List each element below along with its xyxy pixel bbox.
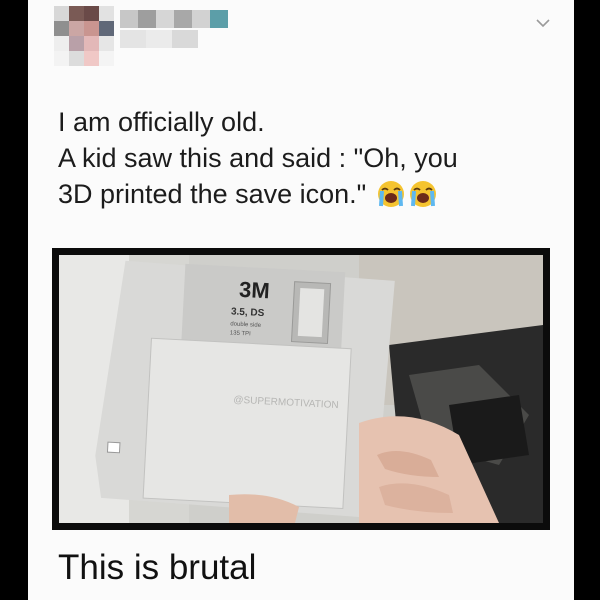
screenshot-frame: I am officially old. A kid saw this and … <box>0 0 600 600</box>
loudly-crying-face-emoji <box>377 181 404 207</box>
post-header <box>28 0 574 70</box>
username-redacted[interactable] <box>120 10 228 32</box>
handle-redacted <box>120 30 198 48</box>
post-photo[interactable]: 3M 3.5, DS double side 135 TPI @SUPERMOT… <box>52 248 550 530</box>
floppy-label-line: 135 TPI <box>230 330 252 337</box>
post-text-line: A kid saw this and said : "Oh, you <box>58 143 458 173</box>
post-text-line: I am officially old. <box>58 107 265 137</box>
post-caption: This is brutal <box>58 548 257 587</box>
post-text: I am officially old. A kid saw this and … <box>58 104 558 212</box>
post-text-line: 3D printed the save icon." <box>58 176 558 212</box>
chevron-down-icon[interactable] <box>534 14 552 32</box>
floppy-disk-photo: 3M 3.5, DS double side 135 TPI @SUPERMOT… <box>59 255 543 523</box>
avatar[interactable] <box>54 6 114 66</box>
loudly-crying-face-emoji <box>409 181 436 207</box>
post-card: I am officially old. A kid saw this and … <box>28 0 574 600</box>
floppy-brand: 3M <box>239 277 271 304</box>
floppy-label-line: 3.5, DS <box>231 306 265 319</box>
